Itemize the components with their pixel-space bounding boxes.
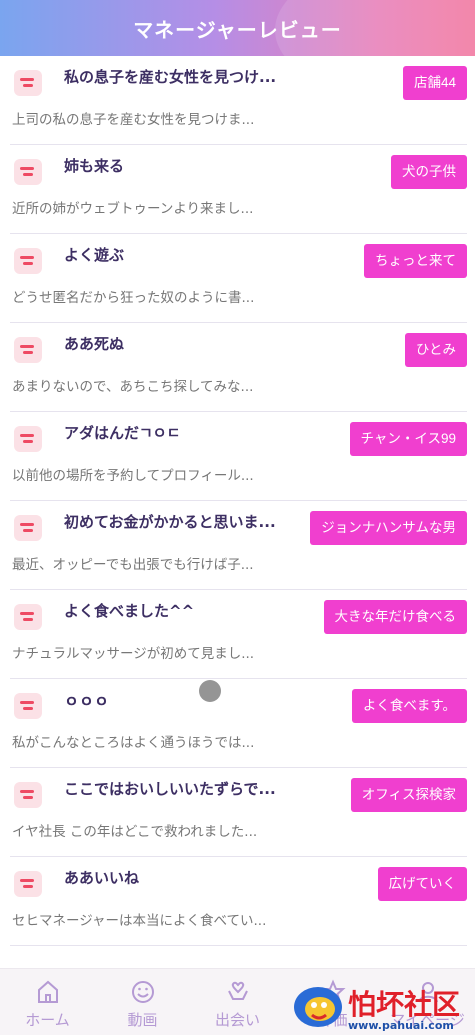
nav-label: 出会い	[214, 1011, 260, 1029]
chat-bubble-icon	[14, 426, 42, 452]
chat-bubble-icon	[14, 337, 42, 363]
watermark-text: 怕坏社区	[348, 988, 461, 1021]
review-row[interactable]: 姉も来る 近所の姉がウェブトゥーンより来まし... 犬の子供	[10, 145, 467, 234]
site-watermark: 怕坏社区 www.pahuai.com	[290, 975, 475, 1035]
review-list: 私の息子を産む女性を見つけ... 上司の私の息子を産む女性を見つけま... 店舗…	[0, 56, 475, 946]
review-title: ｏｏｏ	[64, 691, 110, 709]
review-row[interactable]: 私の息子を産む女性を見つけ... 上司の私の息子を産む女性を見つけま... 店舗…	[10, 56, 467, 145]
nav-label: ホーム	[25, 1011, 70, 1029]
floating-assist-button[interactable]	[199, 680, 221, 702]
review-row[interactable]: 初めてお金がかかると思いま... 最近、オッピーでも出張でも行けば子... ジョ…	[10, 501, 467, 590]
manager-tag-button[interactable]: ジョンナハンサムな男	[310, 511, 467, 545]
mascot-logo-icon	[294, 987, 342, 1027]
review-snippet: 最近、オッピーでも出張でも行けば子...	[12, 557, 254, 573]
chat-bubble-icon	[14, 515, 42, 541]
review-title: 初めてお金がかかると思いま...	[64, 513, 276, 531]
chat-bubble-icon	[14, 782, 42, 808]
manager-tag-button[interactable]: 広げていく	[377, 867, 467, 901]
review-row[interactable]: ここではおいしいいたずらで... イヤ社長 この年はどこで救われました... オ…	[10, 768, 467, 857]
manager-tag-button[interactable]: オフィス探検家	[350, 778, 467, 812]
nav-video[interactable]: 動画	[95, 969, 190, 1035]
review-title: 姉も来る	[64, 157, 125, 175]
review-row[interactable]: ｏｏｏ 私がこんなところはよく通うほうでは... よく食べます。	[10, 679, 467, 768]
app-header: マネージャーレビュー	[0, 0, 475, 56]
page-title: マネージャーレビュー	[133, 18, 342, 42]
smile-icon	[95, 979, 190, 1007]
chat-bubble-icon	[14, 871, 42, 897]
review-row[interactable]: よく遊ぶ どうせ匿名だから狂った奴のように書... ちょっと来て	[10, 234, 467, 323]
review-row[interactable]: アダはんだㄱㅇㄷ 以前他の場所を予約してプロフィール... チャン・イス99	[10, 412, 467, 501]
nav-label: 動画	[127, 1011, 158, 1029]
chat-bubble-icon	[14, 693, 42, 719]
manager-tag-button[interactable]: 犬の子供	[391, 155, 467, 189]
manager-tag-button[interactable]: よく食べます。	[351, 689, 467, 723]
manager-tag-button[interactable]: ちょっと来て	[364, 244, 467, 278]
review-title: ここではおいしいいたずらで...	[64, 780, 276, 798]
review-title: アダはんだㄱㅇㄷ	[64, 424, 181, 442]
manager-tag-button[interactable]: ひとみ	[404, 333, 467, 367]
chat-bubble-icon	[14, 70, 42, 96]
review-snippet: ナチュラルマッサージが初めて見まし...	[12, 646, 255, 662]
review-row[interactable]: ああ死ぬ あまりないので、あちこち探してみな... ひとみ	[10, 323, 467, 412]
review-snippet: どうせ匿名だから狂った奴のように書...	[12, 290, 255, 306]
nav-meet[interactable]: 出会い	[190, 969, 285, 1035]
chat-bubble-icon	[14, 604, 42, 630]
review-title: 私の息子を産む女性を見つけ...	[64, 68, 277, 86]
review-title: よく食べました^^	[64, 602, 195, 620]
review-snippet: 以前他の場所を予約してプロフィール...	[12, 468, 254, 484]
review-snippet: 上司の私の息子を産む女性を見つけま...	[12, 112, 255, 128]
manager-tag-button[interactable]: 店舗44	[402, 66, 467, 100]
manager-tag-button[interactable]: 大きな年だけ食べる	[323, 600, 467, 634]
review-row[interactable]: ああいいね セヒマネージャーは本当によく食べてい... 広げていく	[10, 857, 467, 946]
review-snippet: 近所の姉がウェブトゥーンより来まし...	[12, 201, 254, 217]
review-snippet: セヒマネージャーは本当によく食べてい...	[12, 913, 267, 929]
watermark-url: www.pahuai.com	[348, 1019, 454, 1032]
home-icon	[0, 979, 95, 1007]
review-row[interactable]: よく食べました^^ ナチュラルマッサージが初めて見まし... 大きな年だけ食べる	[10, 590, 467, 679]
chat-bubble-icon	[14, 159, 42, 185]
review-title: ああ死ぬ	[64, 335, 125, 353]
review-snippet: 私がこんなところはよく通うほうでは...	[12, 735, 255, 751]
manager-tag-button[interactable]: チャン・イス99	[349, 422, 467, 456]
chat-bubble-icon	[14, 248, 42, 274]
review-title: よく遊ぶ	[64, 246, 125, 264]
review-snippet: あまりないので、あちこち探してみな...	[12, 379, 254, 395]
nav-home[interactable]: ホーム	[0, 969, 95, 1035]
heart-hands-icon	[190, 979, 285, 1007]
review-title: ああいいね	[64, 869, 140, 887]
review-snippet: イヤ社長 この年はどこで救われました...	[12, 824, 258, 840]
